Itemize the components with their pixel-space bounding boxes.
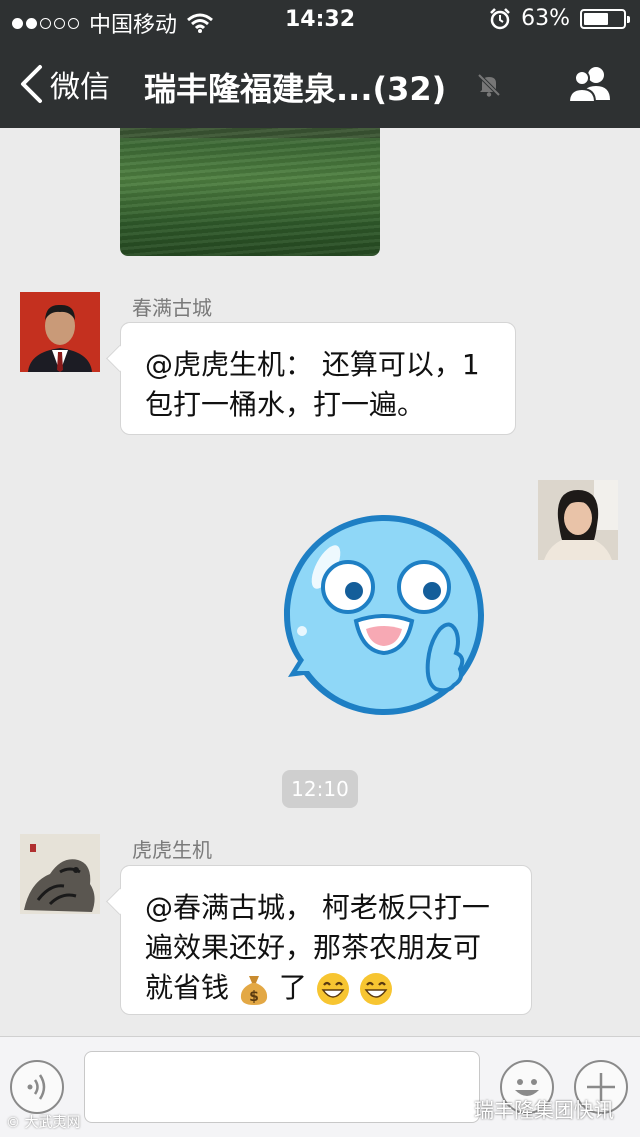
watermark-right-text: 瑞丰隆集团快讯: [474, 1098, 614, 1122]
chevron-left-icon: [21, 65, 42, 103]
voice-input-button[interactable]: [10, 1060, 64, 1114]
battery-icon: [580, 8, 630, 29]
watermark-left: © 大武夷网: [6, 1115, 81, 1131]
svg-text:$: $: [249, 989, 259, 1005]
grinning-face-emoji-icon: [316, 973, 349, 1005]
back-label: 微信: [50, 70, 110, 105]
status-bar: 中国移动 14:32 63%: [0, 0, 640, 40]
chat-history[interactable]: 春满古城 @虎虎生机： 还算可以，1 包打一桶水，打一遍。 12:10 虎虎生机…: [0, 128, 640, 1036]
message-bubble[interactable]: @春满古城， 柯老板只打一 遍效果还好，那茶农朋友可 就省钱 $ 了: [120, 865, 532, 1015]
avatar-self[interactable]: [538, 480, 618, 560]
message-line: @春满古城， 柯老板只打一: [145, 891, 490, 924]
voice-wave-icon: [27, 1074, 46, 1100]
message-line: 包打一桶水，打一遍。: [145, 388, 426, 421]
message-line: @虎虎生机： 还算可以，1: [145, 348, 480, 381]
message-bubble[interactable]: @虎虎生机： 还算可以，1 包打一桶水，打一遍。: [120, 322, 516, 435]
message-text: 就省钱: [145, 971, 230, 1004]
message-input[interactable]: [84, 1051, 480, 1123]
smiling-blob-sticker[interactable]: [280, 511, 488, 719]
avatar-chunmangucheng[interactable]: [20, 292, 100, 372]
money-bag-emoji-icon: $: [240, 976, 267, 1005]
mute-bell-icon: [477, 73, 501, 97]
wechat-logo-icon: [440, 1097, 467, 1119]
message-line: 就省钱 $ 了: [145, 968, 507, 1008]
sender-name: 春满古城: [132, 296, 212, 320]
group-members-icon[interactable]: [566, 64, 616, 104]
nav-bar: 微信 瑞丰隆福建泉...(32): [0, 40, 640, 128]
watermark-right: 瑞丰隆集团快讯: [440, 1094, 614, 1123]
battery-percent: 63%: [521, 6, 570, 31]
sender-name: 虎虎生机: [132, 838, 212, 862]
grinning-face-emoji-icon: [359, 973, 392, 1005]
chat-title: 瑞丰隆福建泉...(32): [144, 70, 447, 108]
message-text: 了: [278, 971, 307, 1004]
message-timestamp: 12:10: [282, 770, 358, 808]
tea-field-photo[interactable]: [120, 128, 380, 256]
message-line: 遍效果还好，那茶农朋友可: [145, 931, 482, 964]
avatar-huhushengji[interactable]: [20, 834, 100, 914]
alarm-clock-icon: [490, 7, 510, 29]
back-button[interactable]: 微信: [18, 62, 110, 106]
